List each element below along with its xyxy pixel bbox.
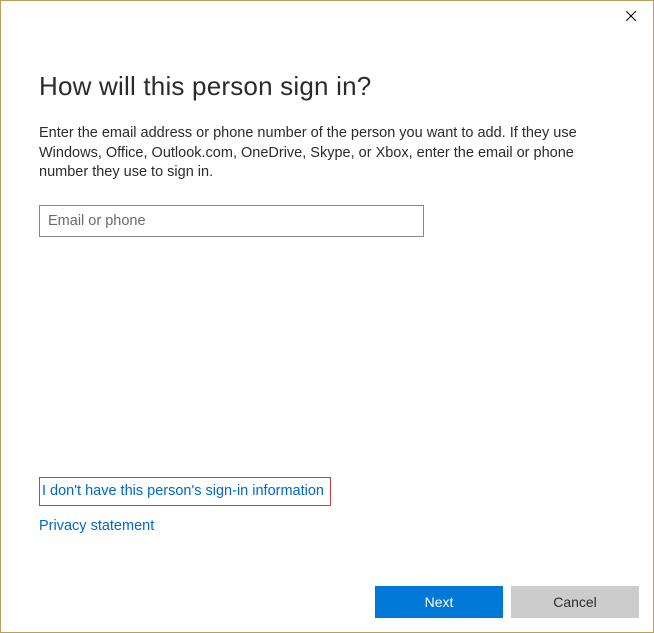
close-icon bbox=[626, 11, 636, 21]
no-signin-info-link[interactable]: I don't have this person's sign-in infor… bbox=[42, 481, 324, 503]
titlebar bbox=[1, 1, 653, 31]
dialog-content: How will this person sign in? Enter the … bbox=[1, 31, 653, 237]
cancel-button[interactable]: Cancel bbox=[511, 586, 639, 618]
email-field[interactable] bbox=[39, 205, 424, 237]
next-button[interactable]: Next bbox=[375, 586, 503, 618]
page-title: How will this person sign in? bbox=[39, 71, 615, 102]
dialog-window: How will this person sign in? Enter the … bbox=[0, 0, 654, 633]
privacy-statement-link[interactable]: Privacy statement bbox=[39, 516, 331, 538]
description-text: Enter the email address or phone number … bbox=[39, 124, 615, 183]
no-signin-info-highlight: I don't have this person's sign-in infor… bbox=[39, 477, 331, 507]
close-button[interactable] bbox=[608, 1, 653, 31]
button-row: Next Cancel bbox=[375, 586, 639, 618]
bottom-links: I don't have this person's sign-in infor… bbox=[39, 477, 331, 539]
